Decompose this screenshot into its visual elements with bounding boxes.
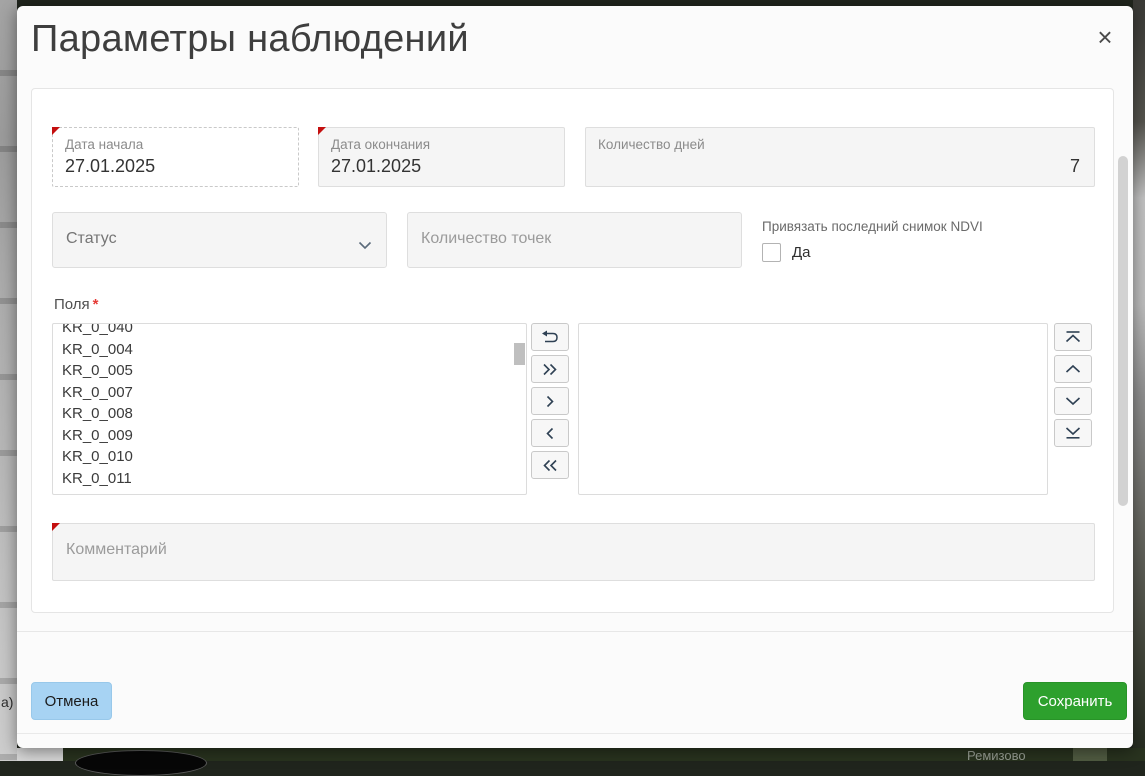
- move-left-button[interactable]: [531, 419, 569, 447]
- return-arrow-icon: [541, 330, 559, 345]
- double-chevron-left-icon: [542, 459, 558, 472]
- points-count-placeholder: Количество точек: [421, 230, 551, 248]
- observation-parameters-dialog: Параметры наблюдений × Дата начала 27.01…: [17, 6, 1133, 748]
- list-item[interactable]: KR_0_040: [53, 323, 526, 339]
- list-item[interactable]: KR_0_010: [53, 446, 526, 468]
- available-fields-items: KR_0_040 KR_0_004 KR_0_005 KR_0_007 KR_0…: [53, 323, 526, 495]
- move-to-bottom-button[interactable]: [1054, 419, 1092, 447]
- modal-bottom-divider: [17, 733, 1133, 734]
- start-date-value: 27.01.2025: [65, 156, 298, 177]
- background-page-strip: а): [0, 0, 17, 761]
- screen: а) Ремизово Параметры наблюдений × Дата …: [0, 0, 1145, 761]
- chevron-right-icon: [544, 395, 556, 408]
- double-chevron-right-icon: [542, 363, 558, 376]
- list-item[interactable]: KR_0_004: [53, 339, 526, 361]
- fields-label-text: Поля: [54, 296, 90, 313]
- list-scrollbar[interactable]: [514, 343, 525, 365]
- chevron-down-icon: [1064, 395, 1082, 407]
- chevron-up-icon: [1064, 363, 1082, 375]
- background-map-right-strip: [1133, 0, 1145, 761]
- end-date-value: 27.01.2025: [331, 156, 564, 177]
- list-item[interactable]: KR_0_011: [53, 468, 526, 490]
- move-up-button[interactable]: [1054, 355, 1092, 383]
- list-item[interactable]: KR_0_008: [53, 403, 526, 425]
- cancel-button[interactable]: Отмена: [31, 682, 112, 720]
- move-to-top-button[interactable]: [1054, 323, 1092, 351]
- move-all-left-button[interactable]: [531, 451, 569, 479]
- map-road-band: [1073, 748, 1107, 761]
- chevron-left-icon: [544, 427, 556, 440]
- fields-label: Поля*: [54, 296, 99, 313]
- footer-divider: [17, 631, 1133, 632]
- background-map-strip: Ремизово: [17, 748, 1145, 761]
- list-item[interactable]: KR_0_009: [53, 425, 526, 447]
- comment-placeholder: Комментарий: [66, 541, 167, 559]
- list-item[interactable]: KR_0_005: [53, 360, 526, 382]
- status-placeholder: Статус: [66, 230, 117, 248]
- map-field-ellipse: [75, 750, 207, 776]
- required-corner-marker: [318, 127, 326, 135]
- chevron-up-bar-icon: [1064, 330, 1082, 344]
- start-date-field[interactable]: Дата начала 27.01.2025: [52, 127, 299, 187]
- days-count-value: 7: [586, 156, 1080, 177]
- days-count-field[interactable]: Количество дней 7: [585, 127, 1095, 187]
- selected-fields-list[interactable]: [578, 323, 1048, 495]
- end-date-label: Дата окончания: [331, 137, 564, 152]
- move-down-button[interactable]: [1054, 387, 1092, 415]
- transfer-return-button[interactable]: [531, 323, 569, 351]
- available-fields-list[interactable]: KR_0_040 KR_0_004 KR_0_005 KR_0_007 KR_0…: [52, 323, 527, 495]
- ndvi-label: Привязать последний снимок NDVI: [762, 219, 983, 234]
- move-all-right-button[interactable]: [531, 355, 569, 383]
- comment-field[interactable]: Комментарий: [52, 523, 1095, 581]
- ndvi-checkbox[interactable]: [762, 243, 781, 262]
- form-card: Дата начала 27.01.2025 Дата окончания 27…: [31, 88, 1114, 613]
- save-button[interactable]: Сохранить: [1023, 682, 1127, 720]
- days-count-label: Количество дней: [598, 137, 1094, 152]
- required-corner-marker: [52, 127, 60, 135]
- required-asterisk: *: [93, 296, 99, 313]
- points-count-input[interactable]: Количество точек: [407, 212, 742, 268]
- start-date-label: Дата начала: [65, 137, 298, 152]
- dialog-title: Параметры наблюдений: [31, 18, 469, 61]
- ndvi-yes-label: Да: [792, 244, 811, 261]
- background-map-light-area: [17, 748, 63, 761]
- status-select[interactable]: Статус: [52, 212, 387, 268]
- list-item[interactable]: KR_0_007: [53, 382, 526, 404]
- list-item[interactable]: KR_0_012: [53, 489, 526, 495]
- close-icon[interactable]: ×: [1090, 22, 1120, 52]
- reorder-buttons: [1054, 323, 1092, 447]
- end-date-field[interactable]: Дата окончания 27.01.2025: [318, 127, 565, 187]
- background-page-text: а): [1, 694, 13, 710]
- modal-scrollbar[interactable]: [1118, 156, 1128, 506]
- move-right-button[interactable]: [531, 387, 569, 415]
- required-corner-marker: [52, 523, 60, 531]
- chevron-down-bar-icon: [1064, 426, 1082, 440]
- transfer-buttons: [531, 323, 569, 479]
- chevron-down-icon: [358, 237, 372, 255]
